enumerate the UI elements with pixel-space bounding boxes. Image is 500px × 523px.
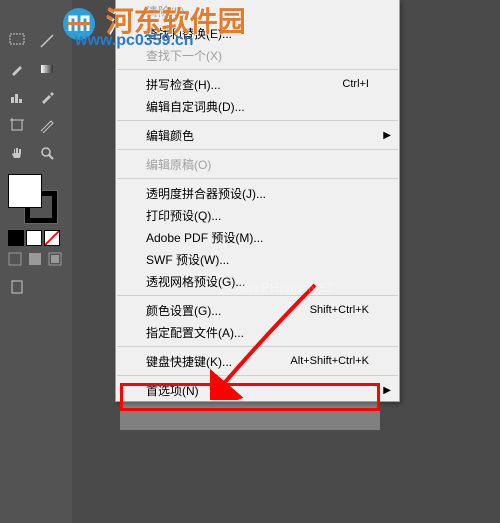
menu-item[interactable]: 键盘快捷键(K)... Alt+Shift+Ctrl+K xyxy=(116,350,399,372)
menu-separator xyxy=(117,178,398,179)
menu-item-label: 首选项(N) xyxy=(146,382,199,399)
menu-item-label: Adobe PDF 预设(M)... xyxy=(146,229,263,246)
menu-separator xyxy=(117,295,398,296)
menu-item[interactable]: 透明度拼合器预设(J)... xyxy=(116,182,399,204)
screen-mode-2[interactable] xyxy=(28,252,42,266)
screen-mode-3[interactable] xyxy=(48,252,62,266)
menu-item[interactable]: 首选项(N) ▶ xyxy=(116,379,399,401)
tool-rect-select[interactable] xyxy=(3,29,31,53)
tool-gradient[interactable] xyxy=(33,57,61,81)
tool-eyedropper[interactable] xyxy=(33,85,61,109)
submenu-arrow-icon: ▶ xyxy=(383,385,391,396)
menu-separator xyxy=(117,120,398,121)
menu-item[interactable]: 指定配置文件(A)... xyxy=(116,321,399,343)
menu-item-label: 查找和替换(E)... xyxy=(146,25,232,42)
menu-item[interactable]: 打印预设(Q)... xyxy=(116,204,399,226)
tool-zoom[interactable] xyxy=(33,141,61,165)
menu-item[interactable]: 拼写检查(H)... Ctrl+I xyxy=(116,73,399,95)
tool-doc-mode[interactable] xyxy=(3,275,31,299)
menu-item-label: 查找下一个(X) xyxy=(146,47,222,64)
menu-item-label: 编辑自定词典(D)... xyxy=(146,98,245,115)
menu-item[interactable]: 颜色设置(G)... Shift+Ctrl+K xyxy=(116,299,399,321)
fill-swatch[interactable] xyxy=(8,174,42,208)
edit-menu: 清除(L) 查找和替换(E)... 查找下一个(X) 拼写检查(H)... Ctrl+I… xyxy=(115,0,400,402)
menu-item: 编辑原稿(O) xyxy=(116,153,399,175)
swatch-gradient[interactable] xyxy=(26,230,42,246)
menu-item-label: 透明度拼合器预设(J)... xyxy=(146,185,266,202)
menu-item-label: 清除(L) xyxy=(146,3,185,20)
color-swatches[interactable] xyxy=(8,174,58,224)
menu-item[interactable]: SWF 预设(W)... xyxy=(116,248,399,270)
menu-item[interactable]: 编辑自定词典(D)... xyxy=(116,95,399,117)
tool-knife[interactable] xyxy=(33,113,61,137)
menu-item-shortcut: Alt+Shift+Ctrl+K xyxy=(290,355,369,367)
submenu-arrow-icon: ▶ xyxy=(383,130,391,141)
menu-item-label: 拼写检查(H)... xyxy=(146,76,221,93)
menu-item-label: 键盘快捷键(K)... xyxy=(146,353,232,370)
tools-panel xyxy=(0,0,70,523)
menu-separator xyxy=(117,149,398,150)
menu-separator xyxy=(117,375,398,376)
swatch-none[interactable] xyxy=(44,230,60,246)
menu-item-shortcut: Shift+Ctrl+K xyxy=(310,304,369,316)
menu-item[interactable]: Adobe PDF 预设(M)... xyxy=(116,226,399,248)
menu-item-label: SWF 预设(W)... xyxy=(146,251,229,268)
tool-chart[interactable] xyxy=(3,85,31,109)
tool-brush[interactable] xyxy=(3,57,31,81)
tool-hand[interactable] xyxy=(3,141,31,165)
menu-item[interactable]: 查找和替换(E)... xyxy=(116,22,399,44)
menu-item: 清除(L) xyxy=(116,0,399,22)
menu-item[interactable]: 透视网格预设(G)... xyxy=(116,270,399,292)
tool-line[interactable] xyxy=(33,29,61,53)
tool-artboard[interactable] xyxy=(3,113,31,137)
menu-separator xyxy=(117,346,398,347)
menu-item-label: 颜色设置(G)... xyxy=(146,302,221,319)
menu-item-shortcut: Ctrl+I xyxy=(342,78,369,90)
swatch-color[interactable] xyxy=(8,230,24,246)
menu-item-label: 打印预设(Q)... xyxy=(146,207,221,224)
screen-mode-1[interactable] xyxy=(8,252,22,266)
menu-item: 查找下一个(X) xyxy=(116,44,399,66)
screen-mode-icons xyxy=(8,252,66,266)
menu-item[interactable]: 编辑颜色 ▶ xyxy=(116,124,399,146)
mini-swatches xyxy=(8,230,66,246)
menu-item-label: 编辑颜色 xyxy=(146,127,194,144)
menu-item-label: 透视网格预设(G)... xyxy=(146,273,245,290)
menu-item-label: 指定配置文件(A)... xyxy=(146,324,244,341)
menu-separator xyxy=(117,69,398,70)
menu-item-label: 编辑原稿(O) xyxy=(146,156,211,173)
